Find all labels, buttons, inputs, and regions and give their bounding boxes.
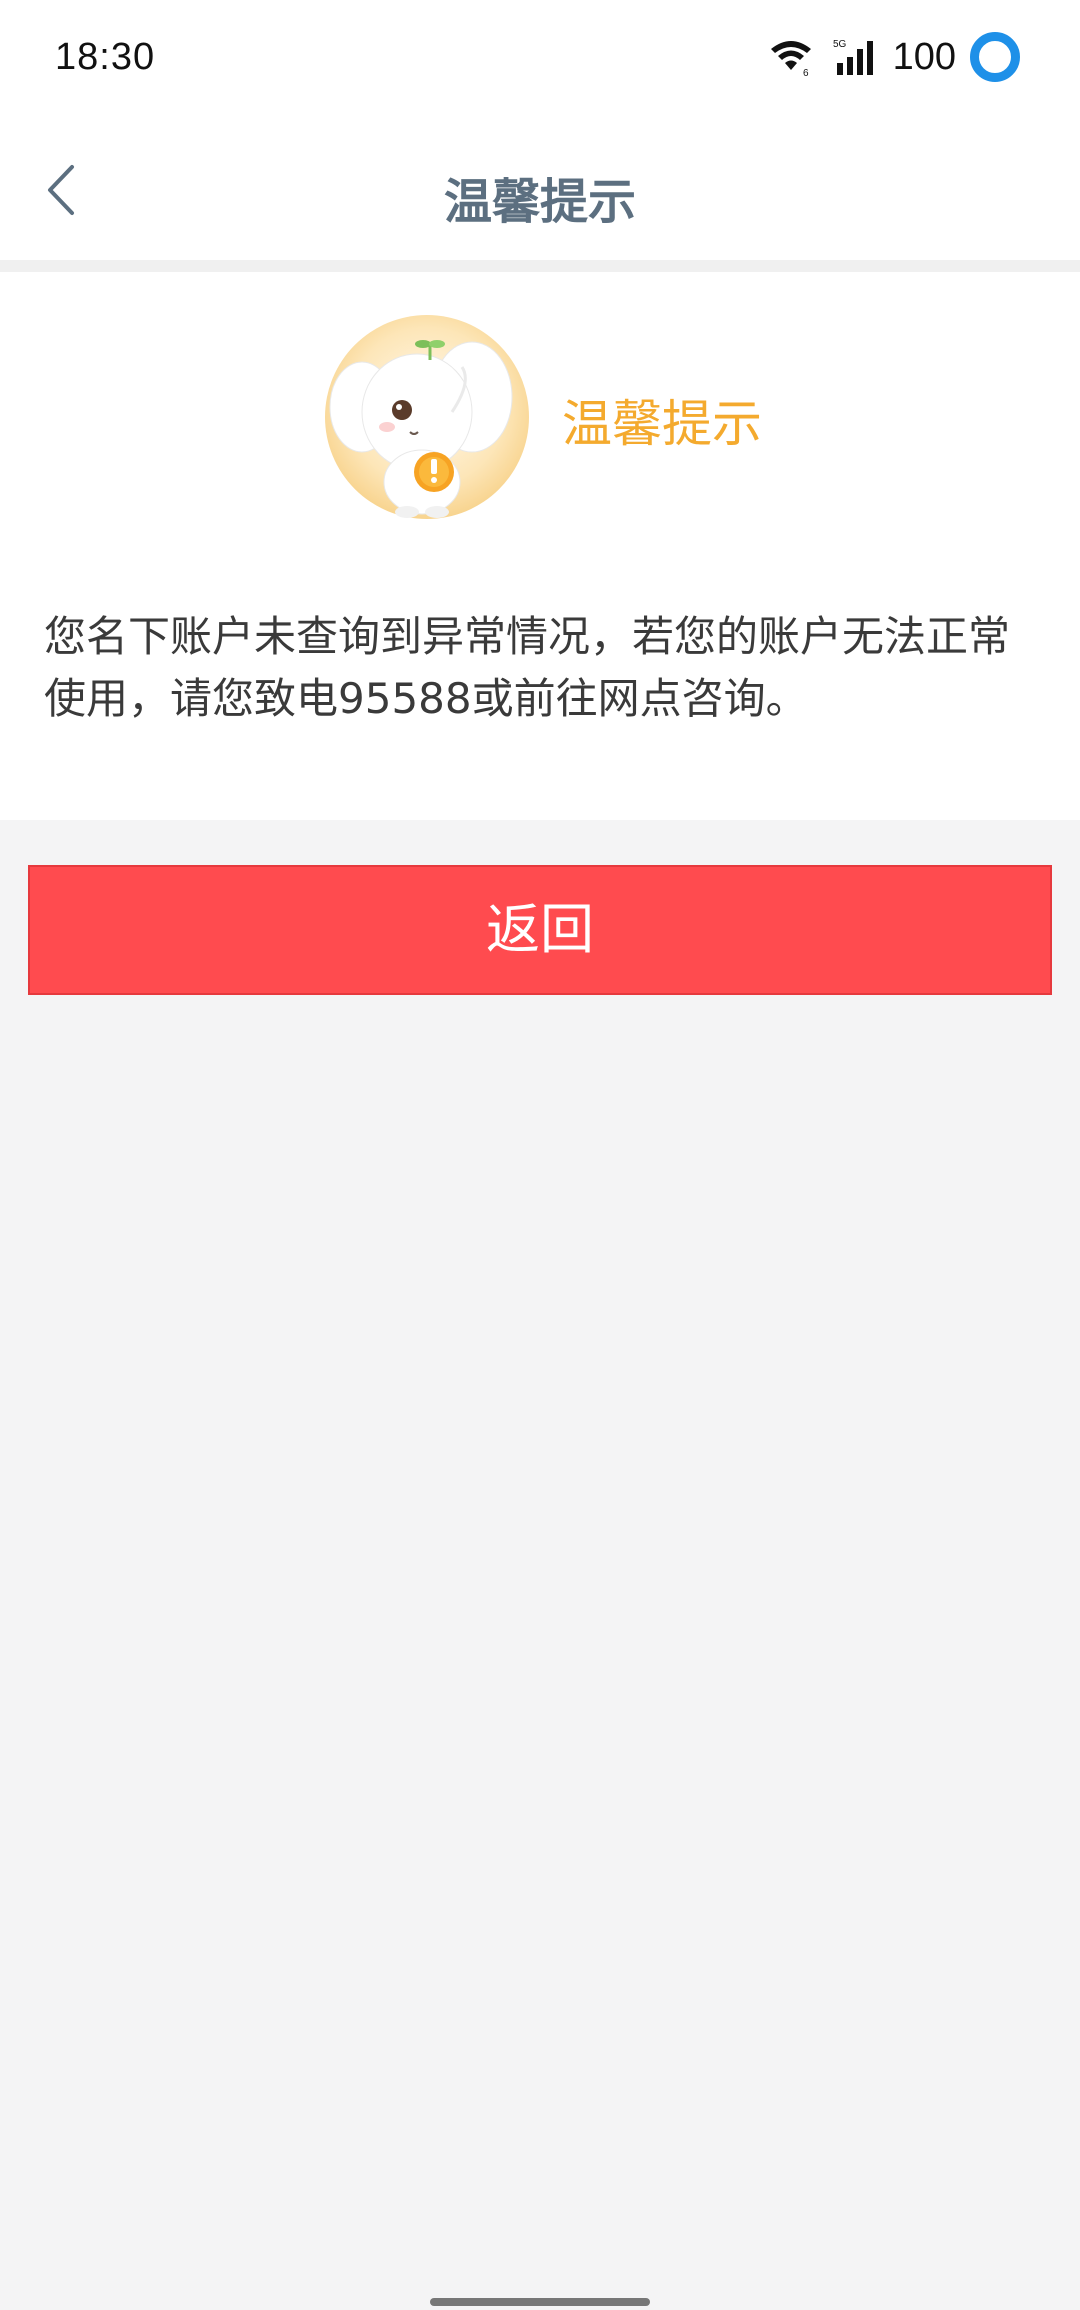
battery-level: 100 xyxy=(892,35,956,78)
nav-header: 温馨提示 xyxy=(0,120,1080,260)
screen: 18:30 6 5G 100 温馨提示 温馨提示 您名下账户未查询到异常情况，若… xyxy=(0,0,1080,2310)
tip-heading: 温馨提示 xyxy=(562,395,762,453)
header-divider xyxy=(0,260,1080,272)
signal-icon: 5G xyxy=(833,39,873,75)
elephant-mascot-icon xyxy=(325,315,529,519)
status-time: 18:30 xyxy=(55,36,156,78)
tip-card: 温馨提示 您名下账户未查询到异常情况，若您的账户无法正常使用，请您致电95588… xyxy=(0,272,1080,820)
return-button[interactable]: 返回 xyxy=(28,865,1052,995)
home-indicator[interactable] xyxy=(430,2298,650,2306)
status-icons: 6 5G 100 xyxy=(769,22,1020,92)
svg-text:6: 6 xyxy=(803,68,809,77)
status-bar: 18:30 6 5G 100 xyxy=(0,0,1080,120)
page-title: 温馨提示 xyxy=(443,174,636,230)
wifi-icon: 6 xyxy=(770,41,811,77)
ring-icon xyxy=(970,32,1020,82)
svg-text:5G: 5G xyxy=(833,39,847,50)
tip-message: 您名下账户未查询到异常情况，若您的账户无法正常使用，请您致电95588或前往网点… xyxy=(44,612,1011,723)
